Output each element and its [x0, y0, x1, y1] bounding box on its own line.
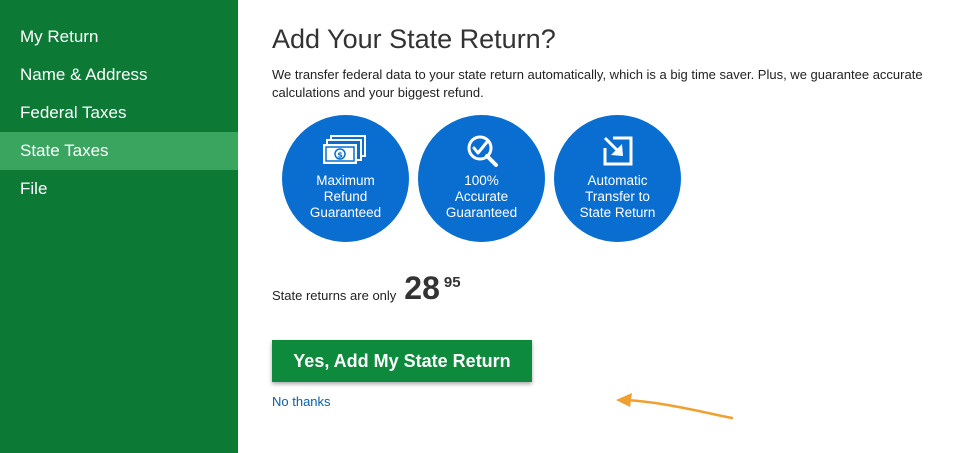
magnifier-check-icon	[465, 133, 499, 169]
price-label: State returns are only	[272, 288, 397, 303]
no-thanks-link[interactable]: No thanks	[272, 394, 331, 409]
page-title: Add Your State Return?	[272, 24, 556, 54]
badge-label: Maximum Refund Guaranteed	[309, 173, 382, 220]
badge-maximum-refund: $ Maximum Refund Guaranteed	[282, 115, 409, 242]
badge-label: 100% Accurate Guaranteed	[445, 173, 518, 220]
sidebar-item-federal-taxes[interactable]: Federal Taxes	[0, 94, 238, 132]
money-bills-icon: $	[322, 133, 369, 169]
main-content: Add Your State Return? We transfer feder…	[272, 0, 979, 453]
add-state-return-button[interactable]: Yes, Add My State Return	[272, 340, 532, 382]
svg-text:$: $	[337, 151, 343, 160]
price-dollars: 28	[404, 270, 440, 306]
annotation-arrow-icon	[616, 393, 734, 420]
sidebar-nav: My Return Name & Address Federal Taxes S…	[0, 0, 238, 453]
badge-label: Automatic Transfer to State Return	[579, 173, 656, 220]
price-cents: 95	[443, 274, 461, 291]
badge-automatic-transfer: Automatic Transfer to State Return	[554, 115, 681, 242]
page-description: We transfer federal data to your state r…	[272, 67, 923, 100]
badge-accurate: 100% Accurate Guaranteed	[418, 115, 545, 242]
sidebar-item-state-taxes[interactable]: State Taxes	[0, 132, 238, 170]
sidebar-item-name-address[interactable]: Name & Address	[0, 56, 238, 94]
transfer-arrow-icon	[601, 133, 635, 169]
sidebar-item-my-return[interactable]: My Return	[0, 18, 238, 56]
price-info: State returns are only 28 95	[272, 270, 461, 306]
sidebar-item-file[interactable]: File	[0, 170, 238, 208]
